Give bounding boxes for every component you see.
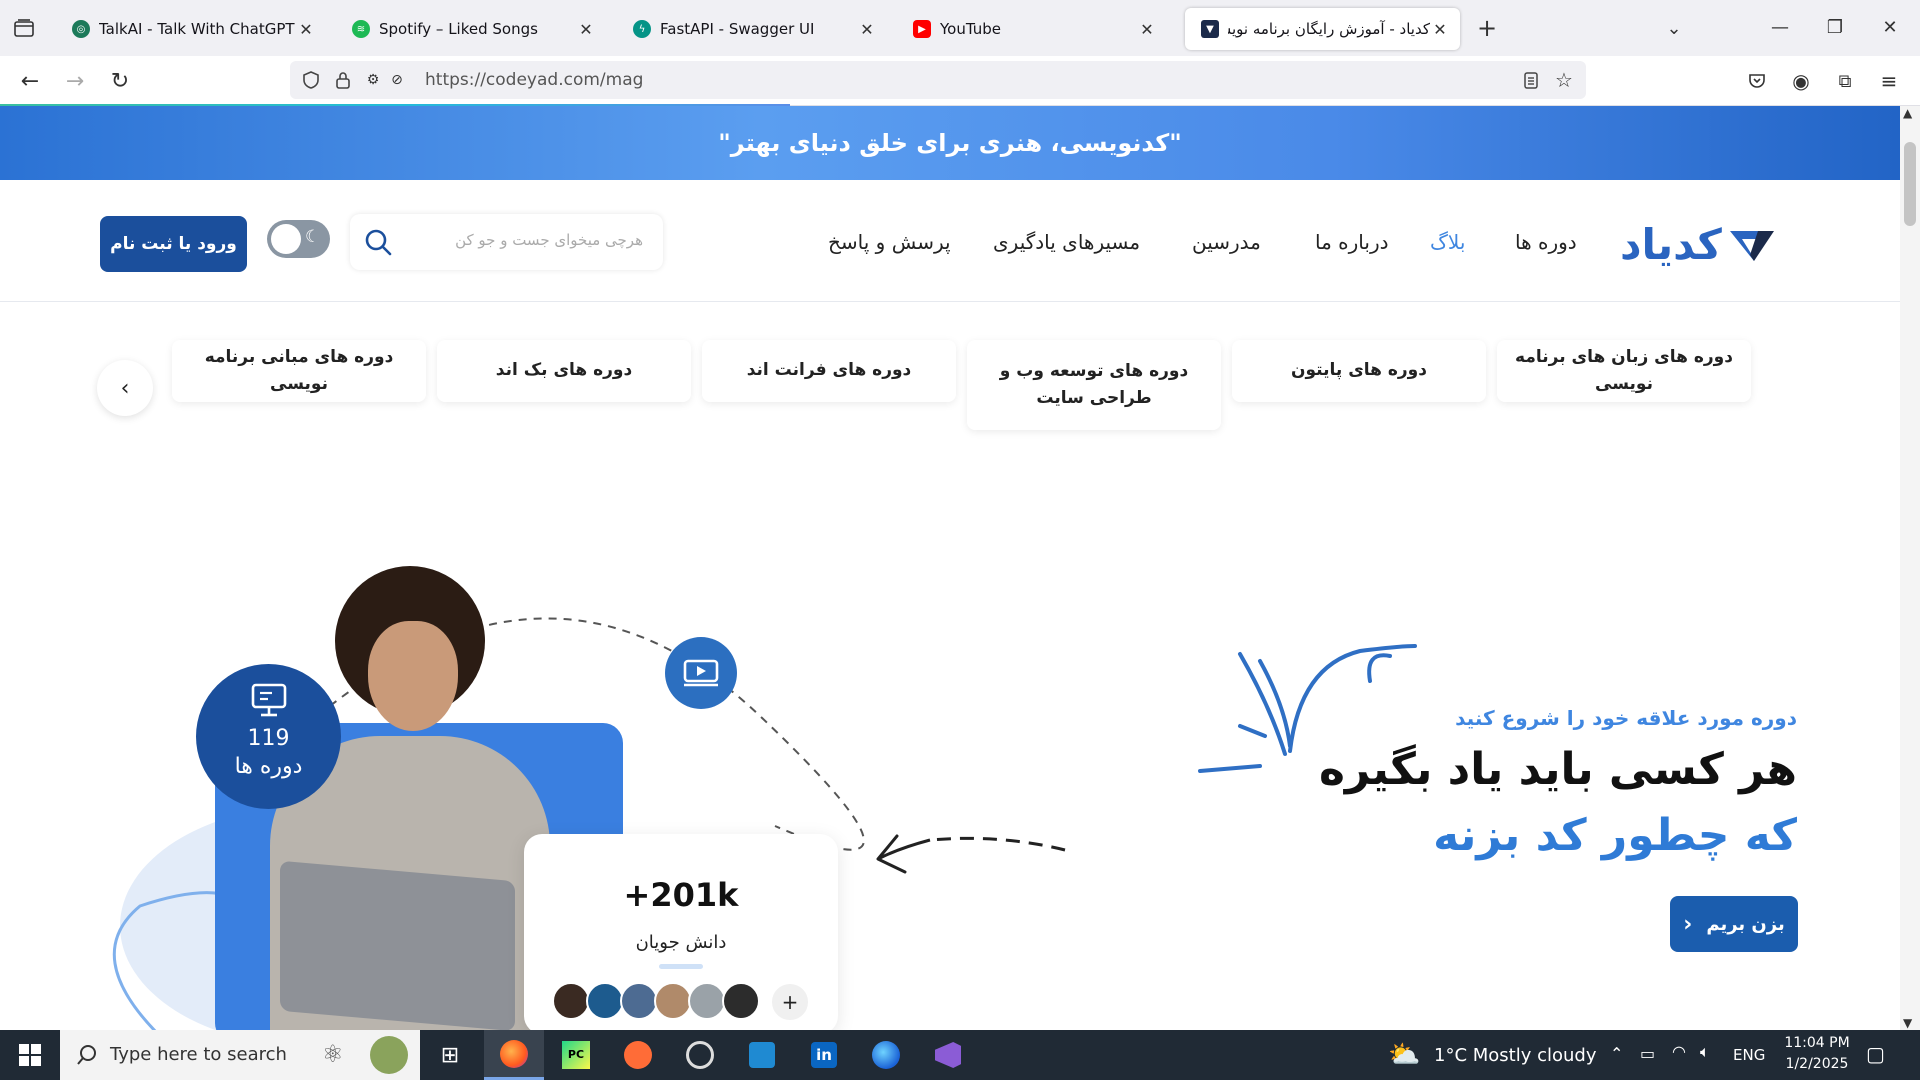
tab-title: کدیاد - آموزش رایگان برنامه نویسی: [1228, 20, 1430, 38]
linkedin-app-icon[interactable]: in: [794, 1030, 854, 1080]
video-lesson-icon: [683, 659, 719, 687]
tab-talkai[interactable]: ◎ TalkAI - Talk With ChatGPT ✕: [56, 8, 326, 50]
postman-app-icon[interactable]: [608, 1030, 668, 1080]
pocket-icon[interactable]: [1742, 66, 1772, 96]
new-tab-button[interactable]: +: [1470, 14, 1504, 42]
tab-fastapi[interactable]: ϟ FastAPI - Swagger UI ✕: [617, 8, 887, 50]
page-scrollbar[interactable]: ▲ ▼: [1900, 106, 1920, 1030]
search-icon: [77, 1045, 96, 1065]
codeyad-icon: ▼: [1201, 20, 1219, 38]
close-icon[interactable]: ✕: [1137, 20, 1157, 39]
tab-title: FastAPI - Swagger UI: [660, 20, 815, 38]
weather-text[interactable]: 1°C Mostly cloudy: [1434, 1045, 1597, 1066]
scroll-up-arrow-icon[interactable]: ▲: [1903, 106, 1912, 120]
tab-title: Spotify – Liked Songs: [379, 20, 538, 38]
students-count: +201k: [623, 876, 739, 914]
clock-date[interactable]: 1/2/2025: [1782, 1056, 1852, 1072]
label-underline: [659, 964, 703, 969]
url-text: https://codeyad.com/mag: [425, 70, 644, 90]
browser-tab-bar: ◎ TalkAI - Talk With ChatGPT ✕ ≋ Spotify…: [0, 0, 1920, 56]
chevron-left-icon: ‹: [1683, 911, 1693, 937]
hero-title-line1: هر کسی باید یاد بگیره: [1318, 744, 1797, 795]
taskbar-search-input[interactable]: Type here to search ⚛: [60, 1030, 420, 1080]
courses-count-badge: 119 دوره ها: [196, 664, 341, 809]
search-highlight-icon[interactable]: [370, 1036, 408, 1074]
avatar: [552, 982, 590, 1020]
scroll-thumb[interactable]: [1904, 142, 1916, 226]
address-bar[interactable]: ⚙ ⊘ https://codeyad.com/mag ☆: [290, 61, 1586, 99]
vscode-app-icon[interactable]: [732, 1030, 792, 1080]
shield-icon[interactable]: [300, 69, 322, 91]
tab-youtube[interactable]: ▶ YouTube ✕: [897, 8, 1167, 50]
back-arrow-icon[interactable]: ←: [14, 66, 46, 96]
face: [368, 621, 458, 731]
wifi-icon[interactable]: ◠: [1672, 1042, 1686, 1061]
tab-title: TalkAI - Talk With ChatGPT: [99, 20, 295, 38]
close-icon[interactable]: ✕: [576, 20, 596, 39]
web-page: "کدنویسی، هنری برای خلق دنیای بهتر" کدیا…: [0, 106, 1900, 1030]
bookmark-star-icon[interactable]: ☆: [1553, 68, 1575, 92]
reader-view-icon[interactable]: [1520, 69, 1542, 91]
avatar: [586, 982, 624, 1020]
windows-taskbar: Type here to search ⚛ ⊞ PC in ⛅ 1°C Most…: [0, 1030, 1920, 1080]
students-card: +201k دانش جویان +: [524, 834, 838, 1030]
minimize-button[interactable]: —: [1762, 12, 1798, 42]
lock-icon[interactable]: [332, 69, 354, 91]
avatar: [688, 982, 726, 1020]
windows-start-icon[interactable]: [0, 1030, 60, 1080]
atom-icon: ⚛: [322, 1040, 344, 1068]
volume-icon[interactable]: 🔈︎: [1700, 1042, 1710, 1062]
more-students-icon[interactable]: +: [770, 982, 810, 1022]
forward-arrow-icon[interactable]: →: [59, 66, 91, 96]
battery-icon[interactable]: ▭: [1640, 1044, 1655, 1063]
hero-subtitle: دوره مورد علاقه خود را شروع کنید: [1455, 706, 1797, 730]
close-window-button[interactable]: ✕: [1872, 12, 1908, 42]
scroll-down-arrow-icon[interactable]: ▼: [1903, 1016, 1912, 1030]
notification-icon[interactable]: ▢: [1866, 1042, 1885, 1066]
firefox-app-icon[interactable]: [484, 1030, 544, 1080]
courses-count: 119: [247, 726, 290, 751]
avatar: [620, 982, 658, 1020]
hero-title-line2: که چطور کد بزنه: [1433, 810, 1797, 861]
tab-spotify[interactable]: ≋ Spotify – Liked Songs ✕: [336, 8, 606, 50]
firefox-dev-app-icon[interactable]: [856, 1030, 916, 1080]
avatar: [654, 982, 692, 1020]
weather-cloud-icon[interactable]: ⛅: [1388, 1040, 1420, 1070]
task-view-icon[interactable]: ⊞: [420, 1030, 480, 1080]
close-icon[interactable]: ✕: [296, 20, 316, 39]
chevron-up-icon[interactable]: ⌃: [1610, 1044, 1623, 1063]
close-icon[interactable]: ✕: [1430, 20, 1450, 39]
update-app-icon[interactable]: [670, 1030, 730, 1080]
tab-title: YouTube: [940, 20, 1001, 38]
spotify-icon: ≋: [352, 20, 370, 38]
visual-studio-app-icon[interactable]: [918, 1030, 978, 1080]
cta-button[interactable]: بزن بریم ‹: [1670, 896, 1798, 952]
tab-codeyad[interactable]: ▼ کدیاد - آموزش رایگان برنامه نویسی ✕: [1185, 8, 1460, 50]
permissions-icon[interactable]: ⚙: [362, 69, 384, 91]
menu-icon[interactable]: ≡: [1874, 66, 1904, 96]
youtube-icon: ▶: [913, 20, 931, 38]
avatar: [722, 982, 760, 1020]
clock-time[interactable]: 11:04 PM: [1782, 1035, 1852, 1051]
courses-label: دوره ها: [234, 754, 303, 779]
language-indicator[interactable]: ENG: [1733, 1046, 1765, 1064]
close-icon[interactable]: ✕: [857, 20, 877, 39]
browser-nav-bar: ← → ↻ ⚙ ⊘ https://codeyad.com/mag ☆ ◉ ⧉ …: [0, 56, 1920, 106]
taskbar-search-placeholder: Type here to search: [110, 1044, 287, 1065]
openai-icon: ◎: [72, 20, 90, 38]
reload-icon[interactable]: ↻: [104, 66, 136, 96]
pycharm-app-icon[interactable]: PC: [546, 1030, 606, 1080]
laptop: [280, 860, 515, 1030]
account-icon[interactable]: ◉: [1786, 66, 1816, 96]
restore-button[interactable]: ❐: [1817, 12, 1853, 42]
cta-label: بزن بریم: [1706, 913, 1785, 935]
monitor-icon: [251, 683, 287, 717]
fastapi-icon: ϟ: [633, 20, 651, 38]
chevron-down-icon[interactable]: ⌄: [1660, 14, 1688, 42]
tracking-blocked-icon[interactable]: ⊘: [386, 69, 408, 91]
tab-overview-icon[interactable]: [10, 14, 38, 42]
extensions-icon[interactable]: ⧉: [1830, 66, 1860, 96]
students-label: دانش جویان: [635, 932, 727, 953]
video-badge: [665, 637, 737, 709]
